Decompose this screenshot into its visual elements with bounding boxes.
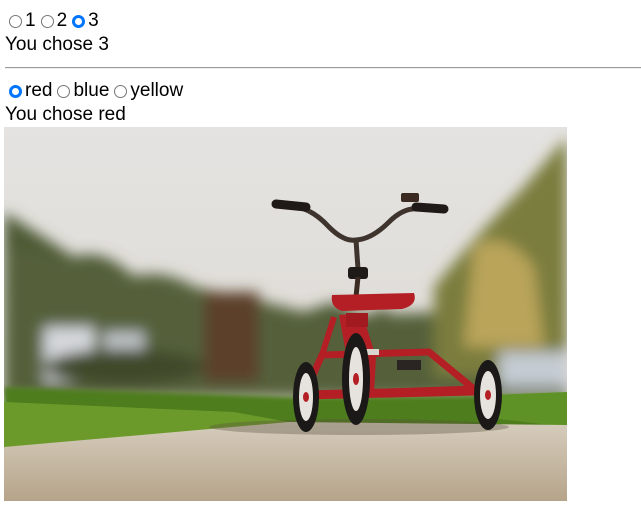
radio-option-3[interactable]: 3 xyxy=(72,10,99,32)
radio-option-1[interactable]: 1 xyxy=(9,10,36,32)
radio-option-red[interactable]: red xyxy=(9,80,52,102)
radio-option-yellow[interactable]: yellow xyxy=(114,80,183,102)
radio-button-yellow[interactable] xyxy=(114,84,128,98)
radio-label-2: 2 xyxy=(56,10,68,31)
horizontal-divider xyxy=(5,67,641,69)
radio-button-blue[interactable] xyxy=(57,84,71,98)
tricycle-photo xyxy=(4,127,567,501)
radio-label-3: 3 xyxy=(88,10,99,31)
color-radio-group: red blue yellow xyxy=(9,80,188,102)
radio-label-blue: blue xyxy=(73,80,110,101)
number-choice-result: You chose 3 xyxy=(5,34,109,55)
color-choice-result: You chose red xyxy=(5,104,126,125)
radio-button-1[interactable] xyxy=(9,14,22,28)
radio-button-3[interactable] xyxy=(72,14,86,28)
radio-label-1: 1 xyxy=(25,10,36,31)
radio-label-red: red xyxy=(25,80,53,101)
radio-option-blue[interactable]: blue xyxy=(57,80,109,102)
radio-button-2[interactable] xyxy=(40,14,54,28)
radio-option-2[interactable]: 2 xyxy=(40,10,68,32)
radio-label-yellow: yellow xyxy=(130,80,184,101)
number-radio-group: 1 2 3 xyxy=(9,10,104,32)
radio-button-red[interactable] xyxy=(9,84,22,98)
